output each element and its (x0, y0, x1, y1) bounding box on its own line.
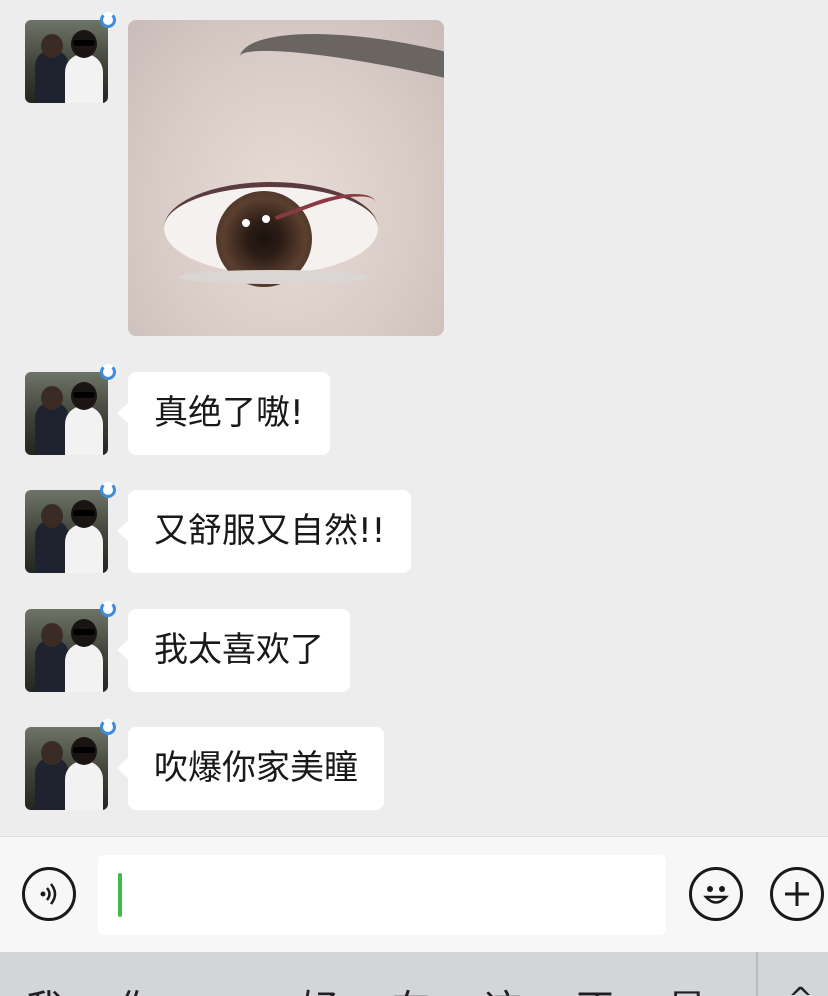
candidate-word[interactable]: 我 (26, 978, 64, 996)
candidate-word[interactable]: 是 (668, 978, 706, 996)
emoji-icon[interactable] (689, 867, 743, 921)
image-message-eye-photo[interactable] (128, 20, 444, 336)
sender-avatar[interactable] (25, 372, 108, 455)
voice-icon[interactable] (22, 867, 76, 921)
keyboard-candidate-bar: 我 你 好 在 这 不 是 ^ (0, 952, 828, 996)
plus-icon (785, 882, 809, 906)
sender-avatar[interactable] (25, 20, 108, 103)
status-ring-icon (100, 12, 116, 28)
candidate-word[interactable]: 在 (392, 978, 430, 996)
chevron-up-icon[interactable]: ^ (788, 982, 813, 996)
status-ring-icon (100, 364, 116, 380)
message-input[interactable] (98, 855, 666, 935)
candidate-word[interactable]: 你 (118, 978, 156, 996)
text-message-bubble[interactable]: 又舒服又自然!! (116, 490, 412, 573)
status-ring-icon (100, 601, 116, 617)
emoji-face-icon (703, 886, 729, 904)
status-ring-icon (100, 482, 116, 498)
text-message-bubble[interactable]: 我太喜欢了 (117, 609, 350, 692)
candidate-word[interactable]: 这 (484, 978, 522, 996)
sender-avatar[interactable] (25, 609, 108, 692)
text-message-bubble[interactable]: 真绝了嗷! (117, 372, 330, 455)
sender-avatar[interactable] (25, 727, 108, 810)
candidate-word[interactable]: 好 (300, 978, 338, 996)
keyboard-divider (756, 952, 758, 996)
plus-icon[interactable] (770, 867, 824, 921)
sender-avatar[interactable] (25, 490, 108, 573)
text-message-bubble[interactable]: 吹爆你家美瞳 (117, 727, 384, 810)
voice-icon (40, 883, 57, 905)
chat-input-bar (0, 836, 828, 952)
status-ring-icon (100, 719, 116, 735)
chat-message-list[interactable]: 真绝了嗷! 又舒服又自然!! 我太喜欢了 吹爆你家美瞳 (0, 0, 828, 836)
text-caret (118, 873, 122, 917)
candidate-word[interactable]: 不 (576, 978, 614, 996)
